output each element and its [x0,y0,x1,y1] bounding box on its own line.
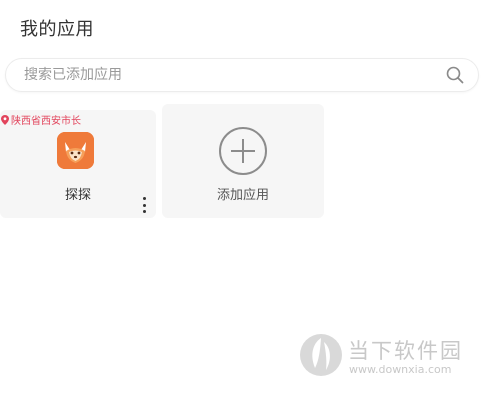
add-app-label: 添加应用 [216,188,269,203]
plus-circle-icon [219,127,267,175]
watermark: 当下软件园 www.downxia.com [298,332,480,380]
watermark-logo-icon [300,334,342,376]
tantan-fox-icon[interactable] [57,132,94,169]
app-name: 探探 [64,188,91,203]
location-tag: 陕西省西安市长 [1,112,81,127]
location-pin-icon [1,114,9,125]
watermark-url: www.downxia.com [349,363,452,376]
more-vertical-icon[interactable] [139,197,149,213]
page-title: 我的应用 [20,19,94,40]
search-input[interactable] [24,59,424,91]
search-bar[interactable] [5,58,479,92]
watermark-title: 当下软件园 [348,339,463,363]
search-icon[interactable] [446,66,464,84]
app-card-tantan[interactable]: 陕西省西安市长 探探 [0,110,156,218]
location-text: 陕西省西安市长 [11,116,81,127]
add-app-button[interactable]: 添加应用 [162,104,324,218]
